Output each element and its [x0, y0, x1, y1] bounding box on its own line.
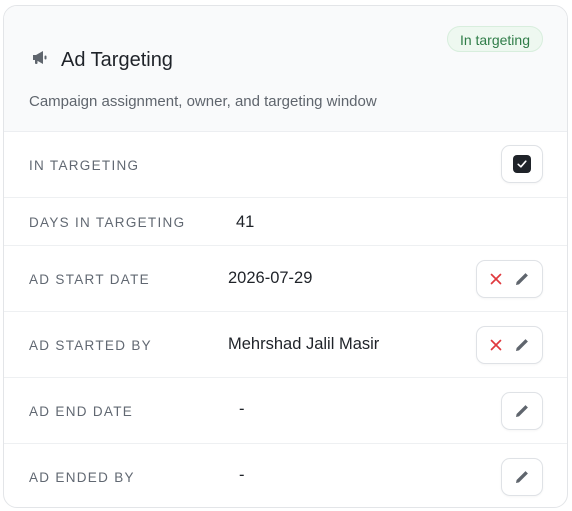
days-in-targeting-value: 41 [236, 213, 255, 231]
row-ad-started-by: AD STARTED BY Mehrshad Jalil Masir [4, 312, 567, 378]
pencil-icon [516, 471, 528, 483]
checkbox-box [513, 155, 531, 173]
in-targeting-checkbox[interactable] [501, 145, 543, 183]
card-title: Ad Targeting [61, 49, 173, 71]
row-ad-end-date: AD END DATE - [4, 378, 567, 444]
ad-end-date-label: AD END DATE [29, 404, 134, 419]
ad-start-date-label: AD START DATE [29, 272, 150, 287]
x-icon [490, 273, 501, 285]
ad-started-by-label: AD STARTED BY [29, 338, 152, 353]
ad-ended-by-value: - [239, 466, 245, 484]
status-badge: In targeting [446, 26, 543, 52]
days-in-targeting-label: DAYS IN TARGETING [29, 215, 186, 230]
row-in-targeting: IN TARGETING [4, 132, 567, 198]
pencil-icon [515, 273, 528, 285]
ad-started-by-actions [476, 326, 543, 364]
edit-started-by-button[interactable] [513, 336, 531, 354]
ad-started-by-value: Mehrshad Jalil Masir [228, 335, 380, 353]
pencil-icon [516, 405, 528, 417]
edit-start-date-button[interactable] [513, 270, 531, 288]
check-icon [517, 160, 527, 168]
in-targeting-label: IN TARGETING [29, 158, 140, 173]
card-header: In targeting Ad Targeting Campaign assig… [4, 6, 567, 132]
edit-end-date-button[interactable] [501, 392, 543, 430]
row-ad-ended-by: AD ENDED BY - [4, 444, 567, 507]
pencil-icon [515, 339, 528, 351]
card-subtitle: Campaign assignment, owner, and targetin… [29, 93, 377, 110]
x-icon [490, 339, 501, 351]
ad-targeting-card: In targeting Ad Targeting Campaign assig… [3, 5, 568, 508]
edit-ended-by-button[interactable] [501, 458, 543, 496]
ad-ended-by-label: AD ENDED BY [29, 470, 135, 485]
clear-started-by-button[interactable] [489, 338, 503, 352]
row-days-in-targeting: DAYS IN TARGETING 41 [4, 198, 567, 246]
row-ad-start-date: AD START DATE 2026-07-29 [4, 246, 567, 312]
ad-start-date-actions [476, 260, 543, 298]
clear-start-date-button[interactable] [489, 272, 503, 286]
ad-end-date-value: - [239, 400, 245, 418]
megaphone-icon [30, 48, 50, 68]
ad-start-date-value: 2026-07-29 [228, 269, 313, 287]
